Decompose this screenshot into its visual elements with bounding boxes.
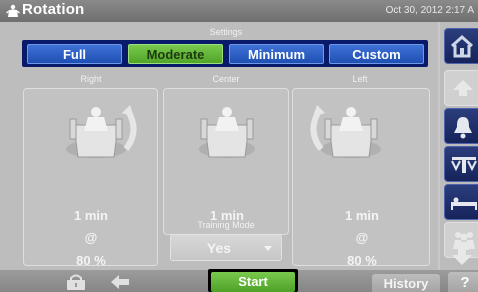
right-column-label: Right <box>80 74 102 84</box>
right-percent: 80 % <box>76 253 106 268</box>
left-column-label: Left <box>352 74 368 84</box>
main-area: Settings Full Moderate Minimum Custom Ri… <box>0 22 438 270</box>
patient-rotate-left-icon <box>310 105 381 158</box>
scale-icon <box>451 157 477 173</box>
up-arrow-icon <box>453 80 473 96</box>
left-duration: 1 min <box>345 208 379 223</box>
page-title: Rotation <box>22 1 85 18</box>
patient-rotate-right-icon <box>66 105 137 158</box>
setting-custom-button[interactable]: Custom <box>329 44 424 64</box>
center-column-label: Center <box>212 74 240 84</box>
settings-label: Settings <box>209 27 243 37</box>
right-sidebar <box>440 22 478 270</box>
right-at-symbol: @ <box>84 230 98 245</box>
date-time: Oct 30, 2012 2:17 A <box>385 5 474 16</box>
center-rotation-panel[interactable]: 1 min <box>163 88 289 235</box>
start-button-frame: Start <box>208 269 298 292</box>
bed-flat-icon <box>451 197 477 210</box>
chevron-down-icon <box>264 246 272 251</box>
left-percent: 80 % <box>347 253 377 268</box>
title-bar: Rotation Oct 30, 2012 2:17 A <box>0 0 478 22</box>
setting-minimum-button[interactable]: Minimum <box>229 44 324 64</box>
training-mode-select[interactable]: Yes <box>170 234 282 261</box>
back-arrow-icon[interactable] <box>108 274 132 290</box>
training-mode-value: Yes <box>206 240 232 256</box>
down-arrow-icon <box>452 249 472 265</box>
rotation-screen: Rotation Oct 30, 2012 2:17 A Settings Fu… <box>0 0 478 292</box>
home-button[interactable] <box>444 28 478 64</box>
scroll-down-button[interactable] <box>444 246 478 270</box>
bell-icon <box>454 117 472 139</box>
settings-segmented-control: Full Moderate Minimum Custom <box>22 40 428 67</box>
right-duration: 1 min <box>74 208 108 223</box>
bed-rotation-icon <box>6 4 20 17</box>
scale-button[interactable] <box>444 146 478 182</box>
help-button[interactable]: ? <box>448 272 478 292</box>
setting-moderate-button[interactable]: Moderate <box>128 44 223 64</box>
right-rotation-panel[interactable]: 1 min @ 80 % <box>23 88 158 268</box>
lock-icon[interactable] <box>64 274 88 290</box>
training-mode-label: Training Mode <box>197 220 255 230</box>
left-at-symbol: @ <box>355 230 369 245</box>
history-button[interactable]: History <box>372 274 440 292</box>
home-icon <box>450 34 474 58</box>
left-rotation-panel[interactable]: 1 min @ 80 % <box>292 88 430 268</box>
alarm-button[interactable] <box>444 108 478 144</box>
setting-full-button[interactable]: Full <box>27 44 122 64</box>
scroll-up-button[interactable] <box>444 70 478 106</box>
start-button[interactable]: Start <box>211 272 295 292</box>
bed-position-button[interactable] <box>444 184 478 220</box>
patient-center-icon <box>199 107 255 158</box>
